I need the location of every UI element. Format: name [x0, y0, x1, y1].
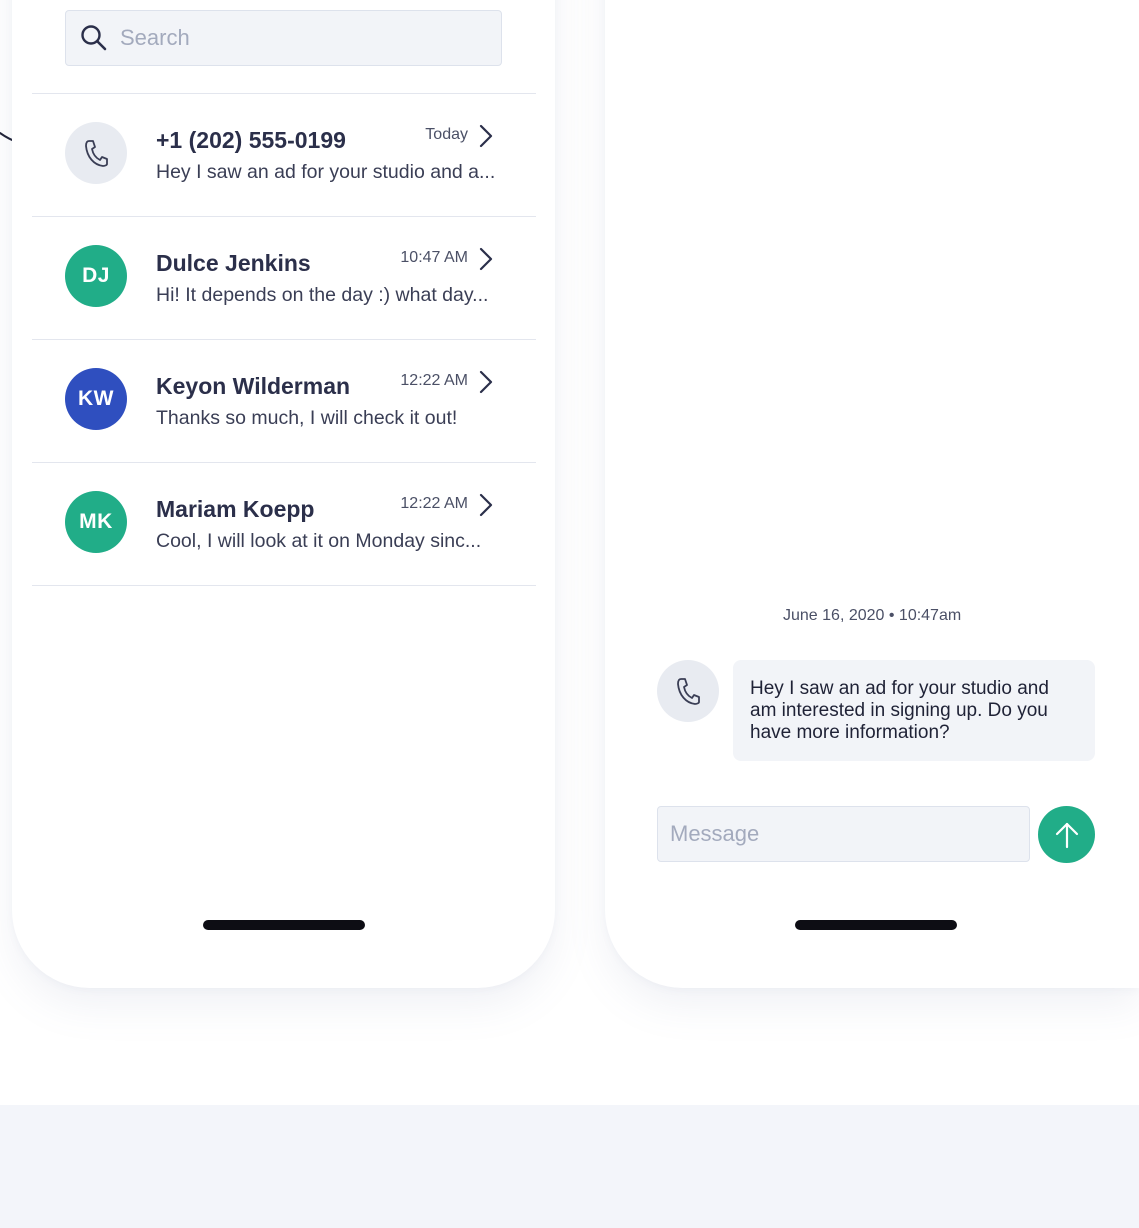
message-placeholder: Message — [670, 821, 760, 846]
conversation-item[interactable]: DJ Dulce Jenkins Hi! It depends on the d… — [32, 216, 536, 339]
phone-icon — [677, 678, 700, 705]
search-input[interactable]: Search — [65, 10, 502, 66]
avatar — [65, 122, 127, 184]
home-indicator — [795, 920, 957, 930]
chevron-right-icon — [479, 370, 493, 394]
avatar-initials: MK — [79, 510, 113, 533]
conversation-name: Keyon Wilderman — [156, 373, 351, 399]
avatar-initials: KW — [78, 387, 114, 410]
search-icon — [81, 25, 107, 51]
avatar: KW — [65, 368, 127, 430]
conversation-name: Mariam Koepp — [156, 496, 315, 522]
home-indicator — [203, 920, 365, 930]
divider — [32, 585, 536, 586]
message-line: am interested in signing up. Do you — [750, 700, 1048, 721]
conversation-item[interactable]: KW Keyon Wilderman Thanks so much, I wil… — [32, 339, 536, 462]
conversation-item[interactable]: +1 (202) 555-0199 Hey I saw an ad for yo… — [32, 93, 536, 216]
conversation-item[interactable]: MK Mariam Koepp Cool, I will look at it … — [32, 462, 536, 585]
avatar-initials: DJ — [82, 264, 110, 287]
conversation-time: 10:47 AM — [400, 249, 468, 266]
conversation-name: +1 (202) 555-0199 — [156, 127, 346, 153]
conversation-time: Today — [425, 126, 468, 143]
message-line: have more information? — [750, 722, 950, 743]
message-bubble: Hey I saw an ad for your studio and am i… — [733, 660, 1095, 761]
conversation-preview: Cool, I will look at it on Monday sinc..… — [156, 530, 482, 552]
conversation-preview: Thanks so much, I will check it out! — [156, 407, 458, 429]
conversations-phone: Search +1 (202) 555-0199 Hey I saw an ad… — [12, 0, 555, 988]
chevron-right-icon — [479, 124, 493, 148]
conversation-preview: Hi! It depends on the day :) what day... — [156, 284, 489, 306]
conversation-preview: Hey I saw an ad for your studio and a... — [156, 161, 496, 183]
send-button[interactable] — [1038, 806, 1095, 863]
conversation-time: 12:22 AM — [400, 495, 468, 512]
message-line: Hey I saw an ad for your studio and — [750, 678, 1049, 699]
search-placeholder: Search — [120, 25, 190, 50]
arrow-up-icon — [1055, 822, 1078, 848]
conversation-time: 12:22 AM — [400, 372, 468, 389]
chat-phone: June 16, 2020 • 10:47am Hey I saw an ad … — [605, 0, 1139, 988]
chevron-right-icon — [479, 247, 493, 271]
chevron-right-icon — [479, 493, 493, 517]
message-input[interactable]: Message — [657, 806, 1030, 862]
avatar: MK — [65, 491, 127, 553]
conversation-name: Dulce Jenkins — [156, 250, 311, 276]
avatar: DJ — [65, 245, 127, 307]
phone-icon — [85, 140, 108, 167]
sender-avatar — [657, 660, 719, 722]
message-timestamp: June 16, 2020 • 10:47am — [783, 607, 962, 624]
background-band — [0, 1105, 1139, 1228]
